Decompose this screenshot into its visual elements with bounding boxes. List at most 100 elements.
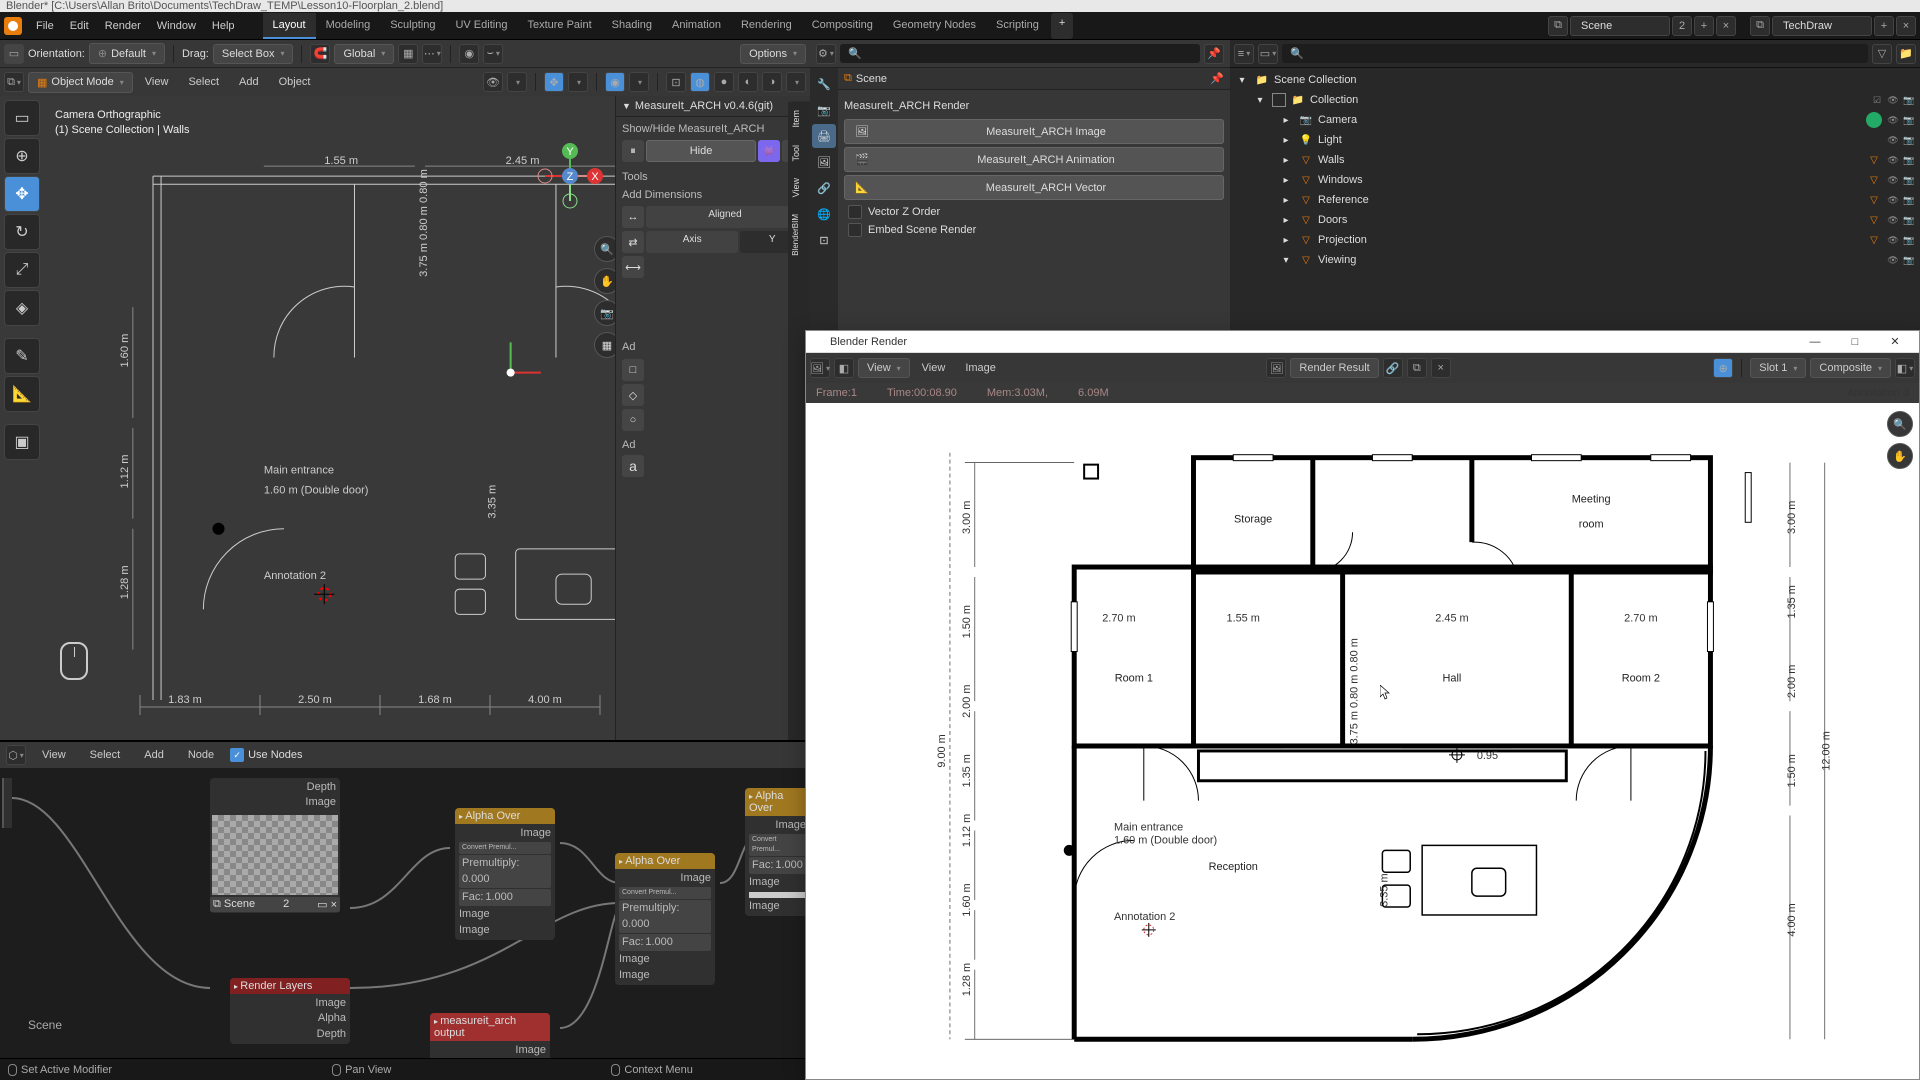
add-icon2[interactable]: ◇ — [622, 384, 644, 406]
maximize-button[interactable]: □ — [1835, 332, 1875, 352]
node-editor-type-icon[interactable]: ⬡ — [6, 745, 26, 765]
hide-button[interactable]: Hide — [646, 140, 756, 162]
menu-window[interactable]: Window — [149, 20, 204, 32]
viewport-3d[interactable]: ▭ ⊕ ✥ ↻ ⤢ ◈ ✎ 📐 ▣ Camera Orthographic (1… — [0, 96, 810, 740]
proportional-options-icon[interactable]: ⌣ — [483, 44, 503, 64]
tab-rendering[interactable]: Rendering — [731, 13, 802, 39]
zorder-checkbox-row[interactable]: Vector Z Order — [844, 203, 1224, 221]
render-tool-icon[interactable]: ◧ — [834, 358, 854, 378]
menu-help[interactable]: Help — [204, 20, 243, 32]
outliner-search-field[interactable]: 🔍 — [1282, 44, 1868, 63]
menu-render[interactable]: Render — [97, 20, 149, 32]
props-tab-render-icon[interactable]: 📷 — [812, 98, 836, 122]
ntab-item[interactable]: Item — [788, 102, 810, 136]
vp-menu-object[interactable]: Object — [271, 76, 319, 88]
editor-type-icon[interactable]: ⧉ — [4, 72, 24, 92]
scene-name-field[interactable]: Scene — [1570, 16, 1670, 36]
tab-uv[interactable]: UV Editing — [445, 13, 517, 39]
props-tab-collection-icon[interactable]: ⊡ — [812, 228, 836, 252]
overlay-toggle-icon[interactable]: ◉ — [605, 72, 625, 92]
tree-light[interactable]: ▸💡 Light 👁📷 — [1234, 130, 1916, 150]
outliner-display-icon[interactable]: ▭ — [1258, 44, 1278, 64]
tree-windows[interactable]: ▸▽ Windows▽ 👁📷 — [1234, 170, 1916, 190]
select-tool-indicator-icon[interactable]: ▭ — [4, 44, 24, 64]
move-tool-icon[interactable]: ✥ — [4, 176, 40, 212]
dim-icon1[interactable]: ↔ — [622, 206, 644, 228]
layer-browse-icon[interactable]: ⧉ — [1750, 16, 1770, 36]
scale-tool-icon[interactable]: ⤢ — [4, 252, 40, 288]
vector-button[interactable]: 📐MeasureIt_ARCH Vector — [844, 175, 1224, 200]
image-button[interactable]: 🖼MeasureIt_ARCH Image — [844, 119, 1224, 144]
layer-new-icon[interactable]: + — [1874, 16, 1894, 36]
node-menu-select[interactable]: Select — [82, 749, 129, 761]
props-editor-icon[interactable]: ⚙ — [816, 44, 836, 64]
nav-gizmo[interactable]: Z Y X — [530, 136, 610, 216]
npanel-title[interactable]: ▼ MeasureIt_ARCH v0.4.6(git) — [616, 96, 810, 117]
add-workspace-button[interactable]: + — [1051, 13, 1073, 39]
tab-texture[interactable]: Texture Paint — [517, 13, 601, 39]
embed-checkbox[interactable] — [848, 223, 862, 237]
render-browse-icon[interactable]: 🖼 — [1266, 358, 1286, 378]
slot-dropdown[interactable]: Slot 1 — [1750, 358, 1806, 378]
dim-icon3[interactable]: ⟷ — [622, 256, 644, 278]
gizmo-options-icon[interactable] — [568, 72, 588, 92]
snap-increment-icon[interactable]: ▦ — [398, 44, 418, 64]
dim-icon2[interactable]: ⇄ — [622, 231, 644, 253]
shading-options-icon[interactable] — [786, 72, 806, 92]
shading-wireframe-icon[interactable]: ◍ — [690, 72, 710, 92]
node-measureit-output[interactable]: ▸ measureit_arch output Image Alpha — [430, 1013, 550, 1058]
discord-icon[interactable]: 👾 — [758, 140, 780, 162]
zorder-checkbox[interactable] — [848, 205, 862, 219]
filter-icon[interactable]: ▽ — [1872, 44, 1892, 64]
props-search-field[interactable]: 🔍 — [840, 44, 1200, 63]
render-viewport[interactable]: 🔍 ✋ — [806, 403, 1919, 1079]
tab-sculpting[interactable]: Sculpting — [380, 13, 445, 39]
tree-viewing[interactable]: ▾▽ Viewing 👁📷 — [1234, 250, 1916, 270]
shading-solid-icon[interactable]: ● — [714, 72, 734, 92]
layer-name-field[interactable]: TechDraw — [1772, 16, 1872, 36]
embed-checkbox-row[interactable]: Embed Scene Render — [844, 221, 1224, 239]
tab-scripting[interactable]: Scripting — [986, 13, 1049, 39]
tree-scene-collection[interactable]: ▾📁 Scene Collection — [1234, 70, 1916, 90]
render-result-field[interactable]: Render Result — [1290, 358, 1378, 378]
tab-geonodes[interactable]: Geometry Nodes — [883, 13, 986, 39]
add-icon3[interactable]: ○ — [622, 409, 644, 431]
transform-space-dropdown[interactable]: Global — [334, 44, 394, 64]
mode-dropdown[interactable]: ▦Object Mode — [28, 72, 133, 93]
tab-modeling[interactable]: Modeling — [316, 13, 381, 39]
shading-material-icon[interactable]: ◐ — [738, 72, 758, 92]
add-icon1[interactable]: □ — [622, 359, 644, 381]
scene-count[interactable]: 2 — [1672, 16, 1692, 36]
tree-doors[interactable]: ▸▽ Doors▽ 👁📷 — [1234, 210, 1916, 230]
vp-menu-add[interactable]: Add — [231, 76, 267, 88]
layer-delete-icon[interactable]: × — [1896, 16, 1916, 36]
rotate-tool-icon[interactable]: ↻ — [4, 214, 40, 250]
outliner-editor-icon[interactable]: ≡ — [1234, 44, 1254, 64]
render-menu-image[interactable]: Image — [957, 362, 1004, 374]
props-tab-output-icon[interactable]: 🖨 — [812, 124, 836, 148]
menu-file[interactable]: File — [28, 20, 62, 32]
render-view-mode[interactable]: View — [858, 358, 910, 378]
render-pan-icon[interactable]: ✋ — [1887, 443, 1913, 469]
pin-icon[interactable]: 📌 — [1204, 44, 1224, 64]
node-menu-add[interactable]: Add — [136, 749, 172, 761]
node-renderlayers[interactable]: ▸ Render Layers Image Alpha Depth — [230, 978, 350, 1044]
axis-button[interactable]: Axis — [646, 231, 738, 253]
render-pick-icon[interactable]: ⊕ — [1713, 358, 1733, 378]
drag-dropdown[interactable]: Select Box — [213, 44, 294, 64]
tab-animation[interactable]: Animation — [662, 13, 731, 39]
new-collection-icon[interactable]: 📁 — [1896, 44, 1916, 64]
add-text-icon[interactable]: a — [622, 455, 644, 477]
tree-projection[interactable]: ▸▽ Projection▽ 👁📷 — [1234, 230, 1916, 250]
ntab-bim[interactable]: BlenderBIM — [788, 206, 810, 264]
tree-walls[interactable]: ▸▽ Walls▽ 👁📷 — [1234, 150, 1916, 170]
node-alphaover-2[interactable]: ▸ Alpha Over Image Convert Premul... Pre… — [615, 853, 715, 985]
render-zoom-icon[interactable]: 🔍 — [1887, 411, 1913, 437]
composite-dropdown[interactable]: Composite — [1810, 358, 1891, 378]
props-tab-scene-icon[interactable]: 🔗 — [812, 176, 836, 200]
cursor-tool-icon[interactable]: ⊕ — [4, 138, 40, 174]
snap-toggle-icon[interactable]: 🧲 — [310, 44, 330, 64]
tree-camera[interactable]: ▸📷 Camera 👁📷 — [1234, 110, 1916, 130]
cropped-node-left[interactable] — [2, 778, 12, 828]
render-editor-icon[interactable]: 🖼 — [810, 358, 830, 378]
